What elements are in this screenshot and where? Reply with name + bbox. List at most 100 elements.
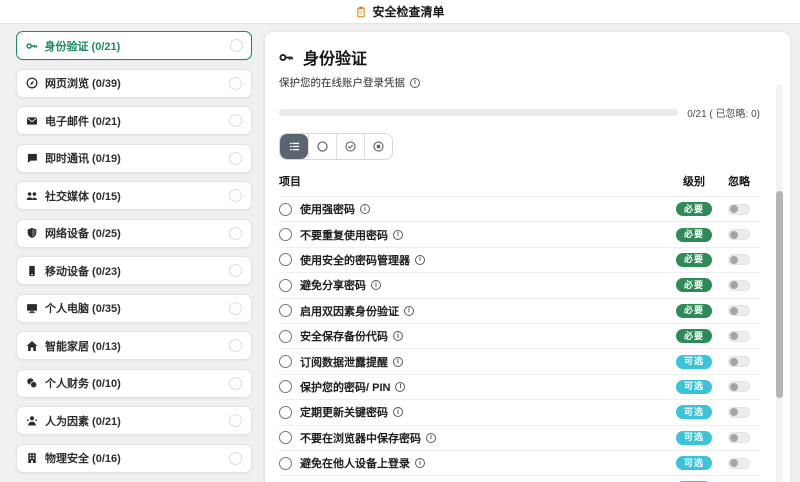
check-circle-icon bbox=[344, 140, 357, 153]
sidebar-item[interactable]: 智能家居 (0/13) bbox=[16, 331, 252, 360]
info-icon[interactable]: i bbox=[393, 356, 403, 367]
checklist-row: 避免分享密码 i 必要 bbox=[279, 272, 760, 297]
checklist-row: 定期更新关键密码 i 可选 bbox=[279, 399, 760, 424]
chat-icon bbox=[26, 152, 38, 164]
info-icon[interactable]: i bbox=[393, 331, 403, 342]
item-checkbox[interactable] bbox=[279, 405, 292, 419]
panel-title-row: 身份验证 bbox=[279, 45, 760, 69]
toggle-knob bbox=[729, 255, 738, 264]
sidebar-item[interactable]: 移动设备 (0/23) bbox=[16, 256, 252, 285]
item-label: 保护您的密码/ PIN bbox=[300, 381, 391, 394]
envelope-icon bbox=[26, 115, 38, 127]
view-unchecked-button[interactable] bbox=[308, 134, 336, 159]
item-label: 不要在浏览器中保存密码 bbox=[300, 432, 421, 445]
sidebar-item-label: 网络设备 (0/25) bbox=[45, 228, 121, 240]
item-checkbox[interactable] bbox=[279, 278, 292, 292]
level-badge: 必要 bbox=[675, 227, 712, 242]
level-badge: 必要 bbox=[675, 252, 712, 267]
info-icon[interactable]: i bbox=[426, 432, 436, 443]
ignore-toggle[interactable] bbox=[728, 457, 750, 469]
checklist-row: 订阅数据泄露提醒 i 可选 bbox=[279, 348, 760, 373]
sidebar-item[interactable]: 网络设备 (0/25) bbox=[16, 218, 252, 248]
sidebar-item[interactable]: 身份验证 (0/21) bbox=[16, 31, 252, 60]
toggle-knob bbox=[729, 408, 738, 417]
sidebar-item[interactable]: 网页浏览 (0/39) bbox=[16, 68, 252, 98]
page-subtitle: 保护您的在线账户登录凭据 i bbox=[279, 75, 760, 90]
level-badge: 必要 bbox=[675, 278, 712, 293]
column-header-level: 级别 bbox=[683, 176, 705, 188]
ignore-toggle[interactable] bbox=[728, 330, 750, 342]
item-checkbox[interactable] bbox=[279, 304, 292, 318]
app-header: 安全检查清单 bbox=[0, 0, 800, 24]
toggle-knob bbox=[729, 230, 738, 239]
info-icon[interactable]: i bbox=[393, 407, 403, 418]
item-label: 避免在他人设备上登录 bbox=[300, 458, 410, 471]
item-checkbox[interactable] bbox=[279, 380, 292, 394]
checklist: 使用强密码 i 必要 不要重复使用密码 i 必要 使用安全的密码管理器 i 必要 避免分享密码 i 必… bbox=[279, 196, 760, 482]
sidebar-item[interactable]: 人为因素 (0/21) bbox=[16, 406, 252, 435]
sidebar-item-label: 身份验证 (0/21) bbox=[44, 40, 121, 53]
building-icon bbox=[26, 452, 38, 464]
category-status-circle bbox=[229, 76, 242, 90]
item-checkbox[interactable] bbox=[279, 355, 292, 369]
item-checkbox[interactable] bbox=[279, 456, 292, 470]
mobile-icon bbox=[26, 265, 38, 277]
ignore-toggle[interactable] bbox=[728, 356, 750, 368]
info-icon[interactable]: i bbox=[395, 381, 406, 392]
sidebar-item[interactable]: 即时通讯 (0/19) bbox=[16, 143, 252, 173]
item-checkbox[interactable] bbox=[279, 329, 292, 343]
sidebar-item-label: 个人财务 (0/10) bbox=[45, 378, 121, 390]
checklist-row: 避免在他人设备上登录 i 可选 bbox=[279, 449, 760, 475]
level-badge: 可选 bbox=[675, 430, 712, 445]
info-icon[interactable]: i bbox=[415, 254, 425, 265]
ignore-toggle[interactable] bbox=[728, 381, 750, 393]
view-list-button[interactable] bbox=[280, 134, 308, 159]
sidebar-item[interactable]: 电子邮件 (0/21) bbox=[16, 106, 252, 135]
person-icon bbox=[26, 415, 38, 427]
item-checkbox[interactable] bbox=[279, 202, 292, 216]
info-icon[interactable]: i bbox=[360, 204, 370, 215]
category-status-circle bbox=[229, 226, 242, 240]
coins-icon bbox=[26, 377, 38, 389]
level-badge: 必要 bbox=[675, 329, 712, 344]
item-checkbox[interactable] bbox=[279, 431, 292, 445]
sidebar-item-label: 个人电脑 (0/35) bbox=[45, 303, 121, 315]
sidebar-item-label: 人为因素 (0/21) bbox=[45, 415, 121, 428]
ignore-toggle[interactable] bbox=[728, 406, 750, 418]
info-icon[interactable]: i bbox=[393, 229, 403, 240]
ignore-toggle[interactable] bbox=[728, 203, 750, 215]
view-ignored-button[interactable] bbox=[364, 134, 392, 159]
key-icon bbox=[279, 50, 294, 65]
info-icon[interactable]: i bbox=[404, 305, 414, 316]
ignore-icon bbox=[372, 140, 385, 153]
checklist-row: 安全保存备份代码 i 必要 bbox=[279, 322, 760, 348]
view-checked-button[interactable] bbox=[336, 134, 364, 159]
shield-icon bbox=[26, 227, 38, 239]
table-header: 项目 级别 忽略 bbox=[279, 173, 760, 196]
page-subtitle-text: 保护您的在线账户登录凭据 bbox=[279, 77, 405, 89]
level-badge: 可选 bbox=[675, 379, 712, 394]
ignore-toggle[interactable] bbox=[728, 305, 750, 317]
info-icon[interactable]: i bbox=[371, 280, 381, 291]
sidebar-item[interactable]: 个人电脑 (0/35) bbox=[16, 293, 252, 323]
ignore-toggle[interactable] bbox=[728, 229, 750, 241]
item-checkbox[interactable] bbox=[279, 228, 292, 242]
sidebar-item[interactable]: 社交媒体 (0/15) bbox=[16, 181, 252, 210]
ignore-toggle[interactable] bbox=[728, 254, 750, 266]
ignore-toggle[interactable] bbox=[728, 279, 750, 291]
item-checkbox[interactable] bbox=[279, 253, 292, 267]
checklist-row: 避免设置密码提示i可选 bbox=[279, 475, 760, 482]
sidebar-item[interactable]: 物理安全 (0/16) bbox=[16, 443, 252, 473]
category-status-circle bbox=[229, 39, 243, 52]
sidebar-item[interactable]: 个人财务 (0/10) bbox=[16, 368, 252, 398]
sidebar: 身份验证 (0/21) 网页浏览 (0/39) 电子邮件 (0/21) 即时通讯 (0… bbox=[16, 31, 252, 473]
category-status-circle bbox=[229, 114, 242, 127]
toggle-knob bbox=[729, 332, 738, 341]
scrollbar-thumb[interactable] bbox=[776, 191, 783, 398]
ignore-toggle[interactable] bbox=[728, 432, 750, 444]
level-badge: 可选 bbox=[675, 354, 712, 369]
category-status-circle bbox=[229, 151, 242, 165]
info-icon[interactable]: i bbox=[415, 458, 425, 469]
info-icon[interactable]: i bbox=[410, 77, 420, 88]
category-status-circle bbox=[229, 189, 242, 202]
